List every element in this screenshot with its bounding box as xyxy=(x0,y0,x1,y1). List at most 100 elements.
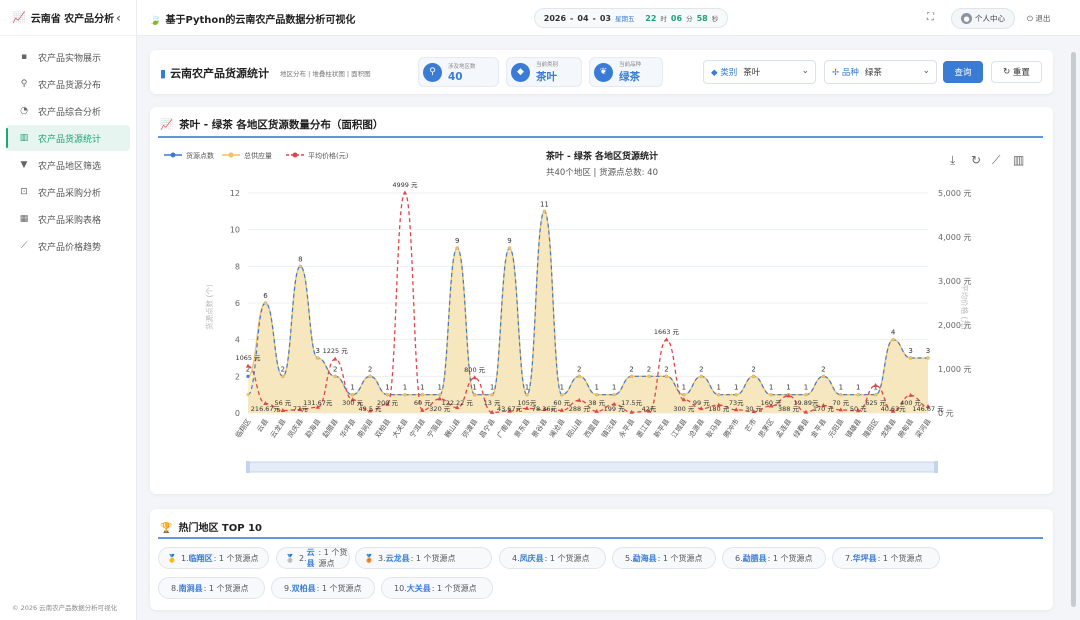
hot-region-chip[interactable]: 6. 勐腊县: 1 个货源点 xyxy=(722,547,826,569)
sidebar-item-7[interactable]: ▦ 农产品采购表格 xyxy=(6,206,130,232)
stat-label: 当前类别 xyxy=(536,62,559,68)
legend-marker xyxy=(228,152,234,158)
y2-tick-label: 1,000 元 xyxy=(938,365,971,374)
x-tick-label: 广南县 xyxy=(495,417,514,439)
sidebar-item-5[interactable]: ▼ 农产品地区筛选 xyxy=(6,152,130,178)
count-label: 2 xyxy=(333,365,337,373)
y-tick-label: 4 xyxy=(235,336,240,345)
data-zoom-slider[interactable] xyxy=(247,461,937,473)
x-tick-label: 梁河县 xyxy=(913,417,932,439)
count-label: 3 xyxy=(908,347,912,355)
chart-subtitle: 共40个地区 | 货源点总数: 40 xyxy=(546,167,658,178)
x-tick-label: 施甸县 xyxy=(896,417,915,439)
zoom-handle-left[interactable] xyxy=(246,461,250,473)
hot-region-chip[interactable]: 10. 大关县: 1 个货源点 xyxy=(381,577,493,599)
refresh-icon: ↻ xyxy=(1003,67,1011,77)
stat-variety: ❦ 当前品种 绿茶 xyxy=(589,57,663,87)
count-label: 1 xyxy=(839,384,843,392)
sidebar-item-label: 农产品采购表格 xyxy=(38,215,102,226)
user-center-button[interactable]: ● 个人中心 xyxy=(951,8,1015,29)
count-label: 2 xyxy=(281,365,285,373)
variety-value: 绿茶 xyxy=(864,68,882,78)
hot-region-chip[interactable]: 🥇 1. 临翔区: 1 个货源点 xyxy=(158,547,269,569)
category-label: 类别 xyxy=(720,68,738,78)
count-label: 9 xyxy=(455,237,459,245)
logout-label: 退出 xyxy=(1035,14,1051,23)
clock-day: 03 xyxy=(599,13,611,23)
hot-region-count: : 1 个货源点 xyxy=(410,553,456,563)
hot-region-chip[interactable]: 4. 凤庆县: 1 个货源点 xyxy=(499,547,606,569)
leaf-icon: 🍃 xyxy=(149,15,162,26)
hot-rank: 2. xyxy=(298,553,307,563)
fullscreen-icon[interactable]: ⛶ xyxy=(927,12,934,23)
stat-category: ◆ 当前类别 茶叶 xyxy=(506,57,582,87)
copyright: © 2026 云南农产品数据分析可视化 xyxy=(12,604,118,612)
hot-region-chip[interactable]: 🥉 3. 云龙县: 1 个货源点 xyxy=(355,547,492,569)
collapse-icon[interactable]: ‹ xyxy=(116,11,121,25)
count-point[interactable] xyxy=(246,374,250,378)
y2-axis-label: 平均价格 (元) xyxy=(960,284,970,330)
price-label: 146.67 元 xyxy=(912,405,944,413)
hot-region-chip[interactable]: 🥈 2. 云县: 1 个货源点 xyxy=(276,547,350,569)
sidebar-menu: ▪ 农产品实物展示 ⚲ 农产品货源分布 ◔ 农产品综合分析 ▥ 农产品货源统计 ▼ 农产品地区筛选… xyxy=(0,44,136,259)
hot-region-name: 临翔区 xyxy=(188,553,213,563)
panel-subtitle: 地区分布 | 堆叠柱状图 | 面积图 xyxy=(280,70,371,78)
price-point[interactable] xyxy=(332,356,338,361)
chart-card: 📈 茶叶 - 绿茶 各地区货源数量分布（面积图） 茶叶 - 绿茶 各地区货源统计共… xyxy=(150,107,1053,494)
hot-region-chip[interactable]: 7. 华坪县: 1 个货源点 xyxy=(832,547,940,569)
hot-region-name: 凤庆县 xyxy=(519,553,544,563)
sidebar-item-3[interactable]: ◔ 农产品综合分析 xyxy=(6,98,130,124)
stat-value: 茶叶 xyxy=(536,71,557,83)
hot-region-chip[interactable]: 5. 勐海县: 1 个货源点 xyxy=(612,547,716,569)
clock-sec: 58 xyxy=(696,13,708,23)
medal-icon: 🥈 xyxy=(285,553,295,563)
hot-rank: 1. xyxy=(180,553,189,563)
logout-button[interactable]: ⏻ 退出 xyxy=(1027,13,1050,24)
stat-value: 绿茶 xyxy=(619,71,640,83)
sidebar-item-4[interactable]: ▥ 农产品货源统计 xyxy=(6,125,130,151)
variety-select[interactable]: ✢ 品种 绿茶 ⌄ xyxy=(824,60,937,84)
hot-region-name: 南涧县 xyxy=(178,583,203,593)
hot-rank: 3. xyxy=(377,553,386,563)
clock-unit-s: 秒 xyxy=(711,15,719,23)
zoom-handle-right[interactable] xyxy=(934,461,938,473)
query-button[interactable]: 查询 xyxy=(943,61,983,83)
x-tick-label: 双柏县 xyxy=(373,417,392,439)
price-label: 288 元 xyxy=(569,405,590,413)
hot-region-chip[interactable]: 8. 南涧县: 1 个货源点 xyxy=(158,577,265,599)
sidebar-item-2[interactable]: ⚲ 农产品货源分布 xyxy=(6,71,130,97)
sidebar-item-1[interactable]: ▪ 农产品实物展示 xyxy=(6,44,130,70)
count-label: 1 xyxy=(804,384,808,392)
hot-region-count: : 1 个货源点 xyxy=(877,553,923,563)
count-label: 1 xyxy=(734,384,738,392)
toolbox-icon: ⟋ xyxy=(992,153,1001,167)
category-select[interactable]: ◆ 类别 茶叶 ⌄ xyxy=(703,60,816,84)
hot-regions-title: 热门地区 TOP 10 xyxy=(178,523,262,534)
count-label: 3 xyxy=(316,347,320,355)
hot-region-chip[interactable]: 9. 双柏县: 1 个货源点 xyxy=(271,577,375,599)
count-label: 1 xyxy=(472,384,476,392)
price-label: 300 元 xyxy=(673,405,694,413)
price-label: 17.5元 xyxy=(621,399,642,407)
trend-icon: ⟋ xyxy=(20,241,28,251)
medal-icon: 🥉 xyxy=(364,553,374,563)
reset-button[interactable]: ↻ 重置 xyxy=(991,61,1042,83)
category-value: 茶叶 xyxy=(743,68,761,78)
sidebar-item-6[interactable]: ⊡ 农产品采购分析 xyxy=(6,179,130,205)
count-label: 1 xyxy=(594,384,598,392)
pin-icon: ⚲ xyxy=(423,62,442,82)
sidebar-item-label: 农产品采购分析 xyxy=(38,188,102,199)
count-label: 2 xyxy=(629,365,633,373)
page-scrollbar[interactable] xyxy=(1071,52,1076,607)
x-tick-label: 元阳县 xyxy=(826,417,845,439)
legend-marker xyxy=(292,152,298,158)
x-tick-label: 南涧县 xyxy=(355,417,374,439)
price-label: 73元 xyxy=(729,399,744,407)
count-label: 1 xyxy=(612,384,616,392)
hot-rank: 5. xyxy=(625,553,633,563)
x-tick-label: 凤庆县 xyxy=(286,417,305,439)
count-label: 1 xyxy=(769,384,773,392)
x-tick-label: 思茅区 xyxy=(756,417,775,439)
sidebar-item-8[interactable]: ⟋ 农产品价格趋势 xyxy=(6,233,130,259)
sidebar-item-label: 农产品实物展示 xyxy=(38,53,102,64)
